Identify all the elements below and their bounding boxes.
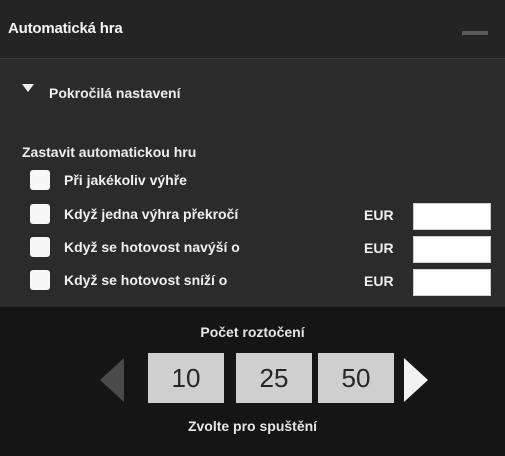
autoplay-panel: Automatická hra Pokročilá nastavení Zast… xyxy=(0,0,505,456)
cash-decrease-checkbox[interactable] xyxy=(30,270,50,290)
advanced-settings-label: Pokročilá nastavení xyxy=(49,85,181,101)
any-win-label: Při jakékoliv výhře xyxy=(64,172,187,188)
single-win-checkbox[interactable] xyxy=(30,204,50,224)
cash-increase-currency: EUR xyxy=(364,240,394,256)
spin-25-button[interactable]: 25 xyxy=(236,353,312,403)
minimize-icon[interactable] xyxy=(462,31,488,35)
spin-50-button[interactable]: 50 xyxy=(318,353,394,403)
cash-increase-label: Když se hotovost navýší o xyxy=(64,239,240,255)
cash-increase-amount-input[interactable] xyxy=(413,236,491,263)
spin-10-button[interactable]: 10 xyxy=(148,353,224,403)
title-bar: Automatická hra xyxy=(0,0,505,59)
arrow-left-icon[interactable] xyxy=(100,358,124,402)
stop-option-cash-decrease: Když se hotovost sníží o xyxy=(30,267,227,293)
stop-option-any-win: Při jakékoliv výhře xyxy=(30,167,187,193)
single-win-amount-input[interactable] xyxy=(413,203,491,230)
cash-decrease-amount-input[interactable] xyxy=(413,269,491,296)
spin-start-hint: Zvolte pro spuštění xyxy=(187,418,318,434)
cash-decrease-label: Když se hotovost sníží o xyxy=(64,272,228,288)
any-win-checkbox[interactable] xyxy=(30,170,50,190)
cash-increase-checkbox[interactable] xyxy=(30,237,50,257)
triangle-down-icon xyxy=(22,84,34,92)
advanced-settings-toggle[interactable]: Pokročilá nastavení xyxy=(22,82,181,104)
arrow-right-icon[interactable] xyxy=(404,358,428,402)
stop-option-cash-increase: Když se hotovost navýší o xyxy=(30,234,240,260)
stop-autoplay-title: Zastavit automatickou hru xyxy=(22,144,197,160)
spin-count-title: Počet roztočení xyxy=(200,324,305,340)
panel-title: Automatická hra xyxy=(8,20,123,37)
cash-decrease-currency: EUR xyxy=(364,273,394,289)
stop-option-single-win: Když jedna výhra překročí xyxy=(30,201,238,227)
single-win-currency: EUR xyxy=(364,207,394,223)
single-win-label: Když jedna výhra překročí xyxy=(64,206,239,222)
